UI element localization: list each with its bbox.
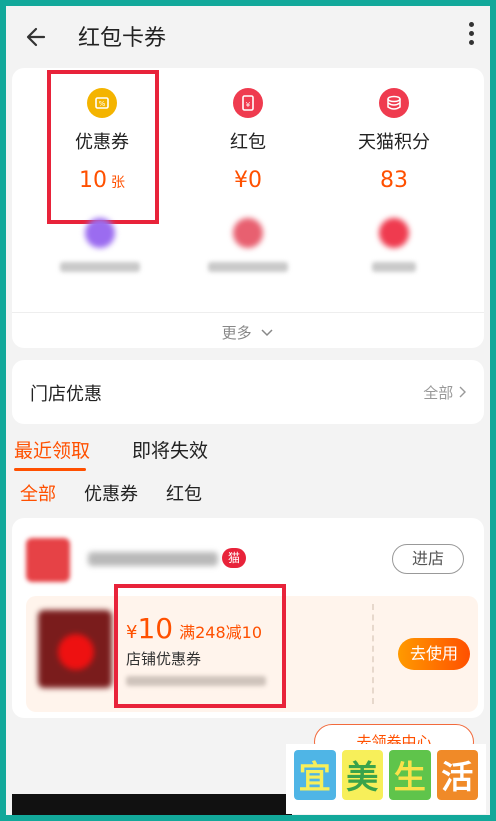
store-deals-all-link[interactable]: 全部: [423, 382, 466, 403]
asset-value: 83: [380, 168, 408, 193]
subtab-red-packets[interactable]: 红包: [166, 480, 202, 506]
top-bar: 红包卡券: [6, 6, 490, 66]
system-nav-bar: [12, 794, 292, 815]
shop-name[interactable]: [88, 552, 218, 566]
more-label: 更多: [221, 324, 252, 342]
enter-shop-button[interactable]: 进店: [392, 544, 464, 574]
blurred-asset[interactable]: [188, 218, 308, 272]
shop-logo[interactable]: [26, 538, 70, 582]
watermark-char: 美: [341, 750, 383, 800]
dashed-separator: [372, 604, 374, 704]
product-image: [38, 610, 112, 688]
chevron-down-icon: [261, 329, 273, 337]
watermark-char: 活: [436, 750, 478, 800]
blurred-asset[interactable]: [40, 218, 160, 272]
blurred-icon: [233, 218, 263, 248]
watermark-logo: 宜 美 生 活: [286, 744, 486, 814]
blurred-icon: [379, 218, 409, 248]
watermark-char: 宜: [294, 750, 336, 800]
more-options-icon[interactable]: [466, 22, 476, 50]
asset-value: ¥0: [234, 168, 262, 193]
red-packet-icon: ¥: [233, 88, 263, 118]
use-coupon-button[interactable]: 去使用: [398, 638, 470, 670]
highlight-box: [114, 584, 286, 708]
back-arrow-icon[interactable]: [22, 22, 52, 52]
watermark-char: 生: [389, 750, 431, 800]
asset-red-packets[interactable]: ¥ 红包 ¥0: [178, 88, 318, 193]
highlight-box: [47, 70, 159, 224]
tab-recent[interactable]: 最近领取: [14, 436, 90, 463]
subtab-all[interactable]: 全部: [20, 480, 56, 506]
store-deals-title: 门店优惠: [30, 384, 102, 405]
tab-indicator: [14, 468, 86, 471]
asset-label: 天猫积分: [358, 132, 430, 153]
store-deals-row[interactable]: 门店优惠 全部: [12, 360, 484, 424]
divider: [12, 312, 484, 313]
blurred-icon: [85, 218, 115, 248]
coupon-card: 猫 进店 ¥10 满248减10 店铺优惠券 去使用: [12, 518, 484, 718]
tab-expiring[interactable]: 即将失效: [132, 436, 208, 463]
subtab-coupons[interactable]: 优惠券: [84, 480, 138, 506]
more-toggle[interactable]: 更多: [12, 322, 484, 343]
assets-card: % 优惠券 10 张 ¥ 红包 ¥0 天猫积分 83 更多: [12, 68, 484, 348]
svg-text:¥: ¥: [246, 101, 251, 109]
app-screen: 红包卡券 % 优惠券 10 张 ¥ 红包 ¥0 天猫积分 83 更多 门店优惠 …: [6, 6, 490, 815]
points-coins-icon: [379, 88, 409, 118]
tmall-badge: 猫: [222, 548, 247, 568]
chevron-right-icon: [459, 386, 466, 398]
asset-label: 红包: [230, 132, 266, 153]
asset-tmall-points[interactable]: 天猫积分 83: [324, 88, 464, 193]
page-title: 红包卡券: [78, 26, 167, 51]
blurred-asset[interactable]: [334, 218, 454, 272]
